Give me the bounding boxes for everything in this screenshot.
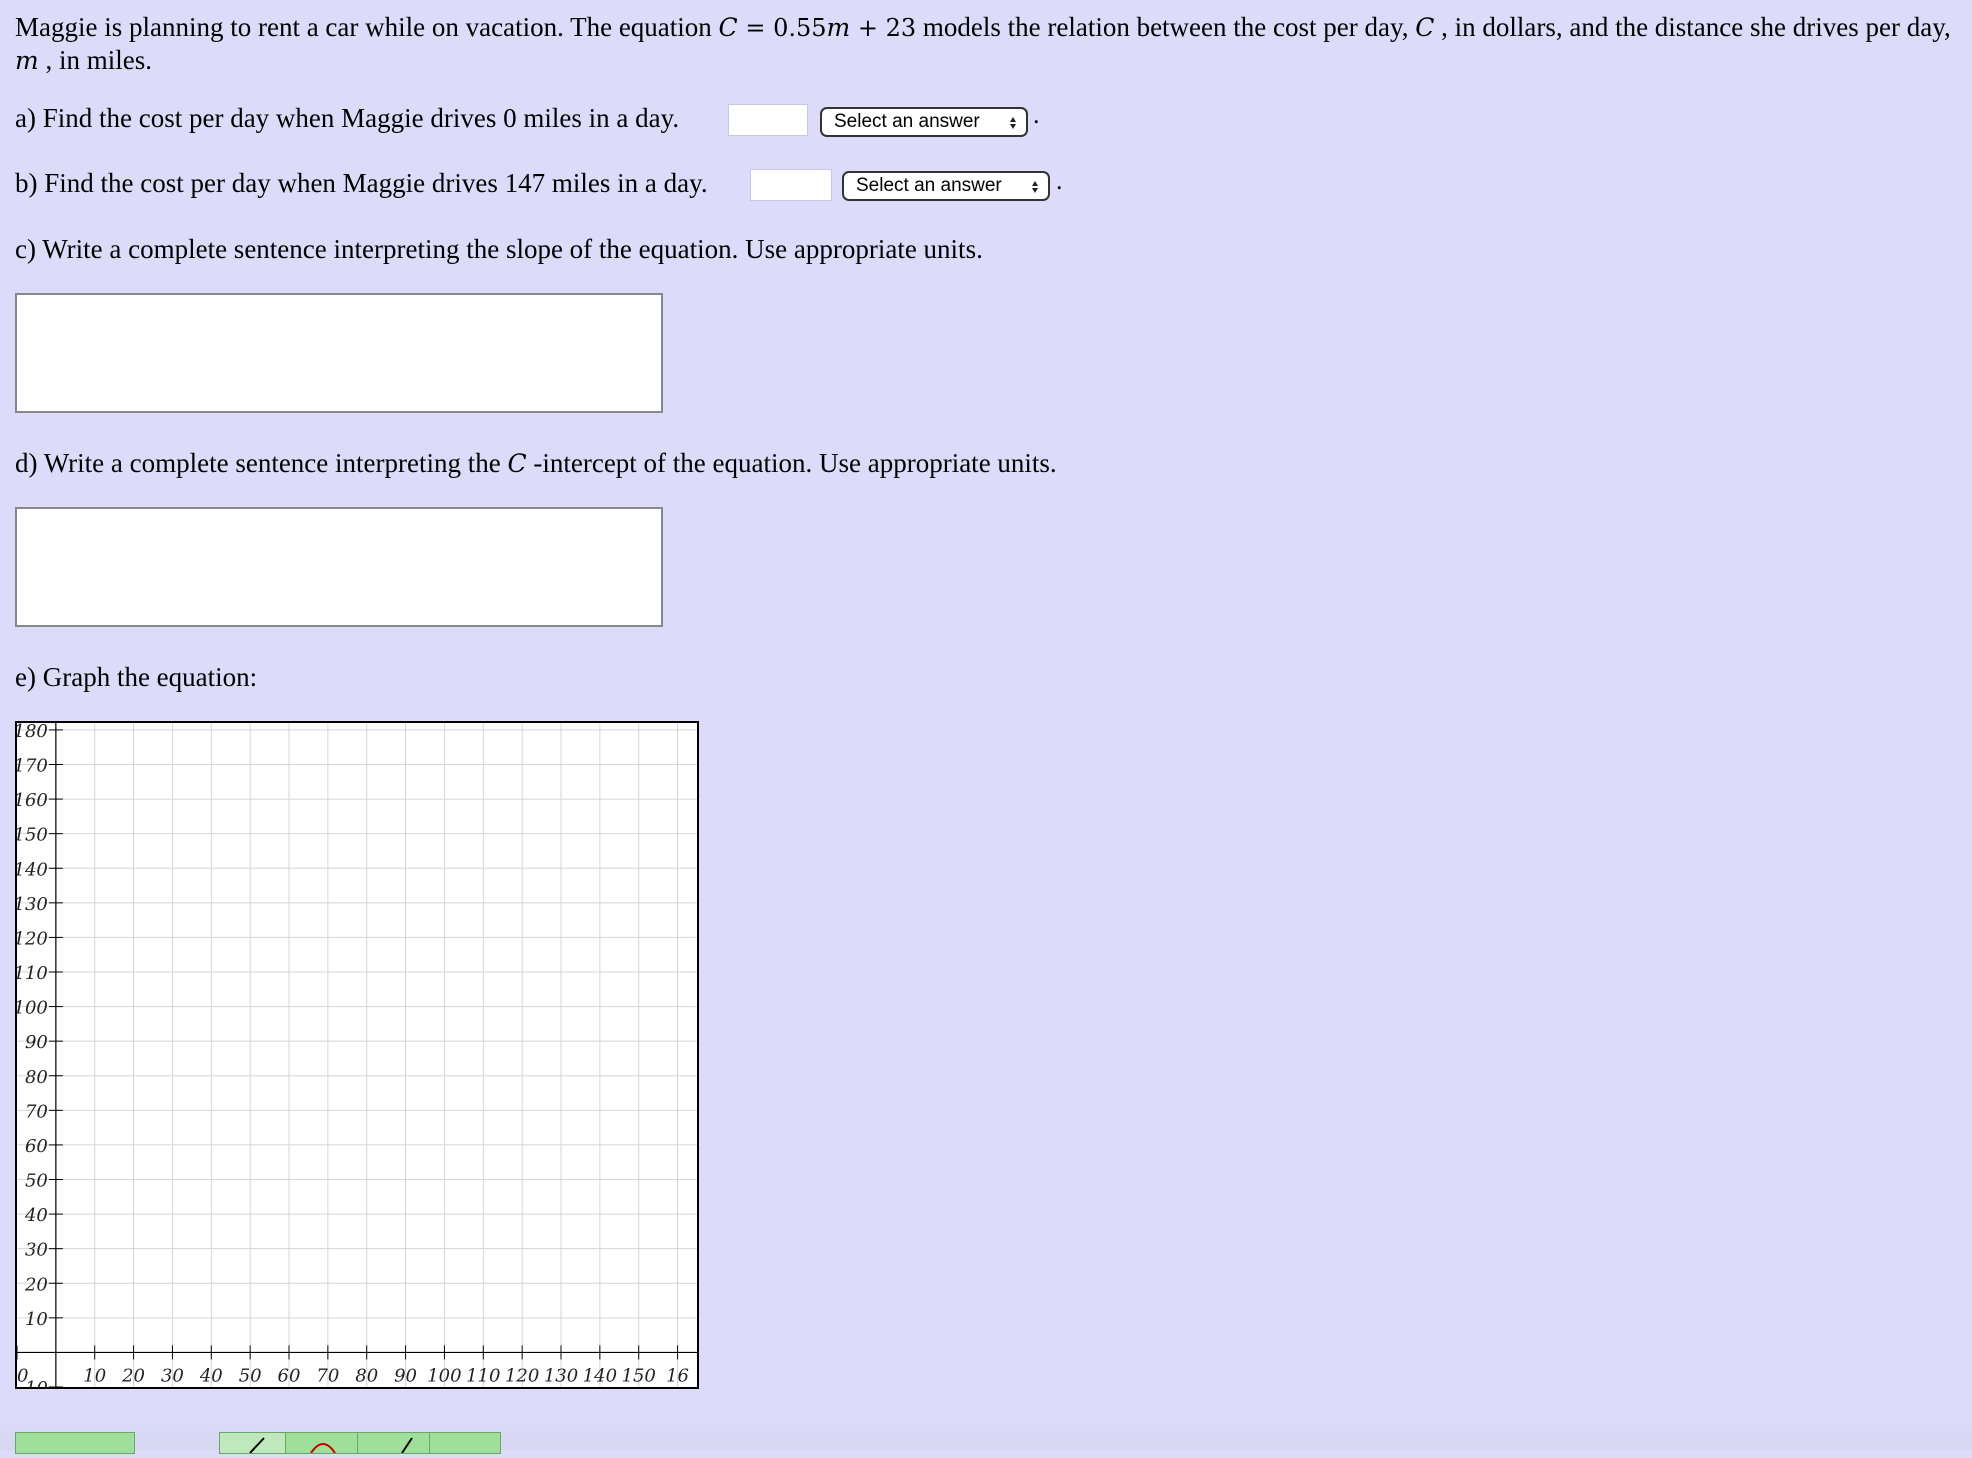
- variable-c: C: [507, 449, 527, 478]
- question-d-post: -intercept of the equation. Use appropri…: [526, 448, 1057, 478]
- x-tick-label: 100: [427, 1365, 461, 1386]
- answer-b-input[interactable]: [750, 169, 832, 201]
- x-tick-label: 70: [316, 1365, 339, 1386]
- problem-statement: Maggie is planning to rent a car while o…: [15, 11, 1955, 77]
- y-tick-label: 50: [25, 1171, 48, 1192]
- graph-clear-button[interactable]: [15, 1432, 135, 1454]
- intro-text: , in miles.: [38, 45, 152, 75]
- question-d-pre: d) Write a complete sentence interpretin…: [15, 448, 508, 478]
- x-tick-label: 40: [199, 1365, 223, 1386]
- y-tick-label: 90: [25, 1032, 48, 1053]
- updown-chevron-icon: [1032, 181, 1038, 193]
- y-tick-label: -10: [19, 1378, 48, 1387]
- y-tick-label: 140: [17, 859, 48, 880]
- eq-constant: + 23: [850, 14, 917, 42]
- question-c-text: c) Write a complete sentence interpretin…: [15, 234, 983, 264]
- x-tick-label: 130: [544, 1365, 578, 1386]
- eq-variable-c: C: [718, 13, 738, 42]
- answer-a-period: .: [1033, 100, 1040, 129]
- x-tick-label: 80: [355, 1365, 378, 1386]
- eq-variable-m: m: [826, 13, 851, 42]
- x-tick-label: 60: [278, 1365, 301, 1386]
- question-d-text: d) Write a complete sentence interpretin…: [15, 447, 1057, 480]
- eq-coefficient: 0.55: [773, 14, 827, 42]
- y-tick-label: 10: [25, 1309, 48, 1330]
- parabola-tool-icon: [310, 1443, 336, 1454]
- x-tick-label: 140: [583, 1365, 617, 1386]
- point-tool-button[interactable]: [429, 1432, 501, 1454]
- y-tick-label: 70: [25, 1101, 48, 1122]
- ray-tool-icon: [401, 1437, 413, 1454]
- y-tick-label: 110: [17, 963, 48, 984]
- x-tick-label: 110: [466, 1365, 500, 1386]
- y-tick-label: 180: [17, 723, 48, 742]
- intro-text: , in dollars, and the distance she drive…: [1434, 12, 1951, 42]
- answer-a-unit-select[interactable]: Select an answer: [820, 107, 1028, 137]
- question-e-text: e) Graph the equation:: [15, 662, 258, 692]
- graph-canvas[interactable]: 1010203040506070809010011012013014015016…: [15, 721, 699, 1389]
- line-tool-icon: [249, 1437, 265, 1454]
- y-tick-label: 120: [17, 928, 48, 949]
- variable-m: m: [15, 46, 39, 75]
- answer-d-textarea[interactable]: [15, 507, 663, 627]
- y-tick-label: 20: [24, 1274, 48, 1295]
- x-tick-label: 16: [666, 1365, 689, 1386]
- y-tick-label: 100: [17, 998, 48, 1019]
- question-a-text: a) Find the cost per day when Maggie dri…: [15, 103, 680, 133]
- graph-svg[interactable]: 1010203040506070809010011012013014015016…: [17, 723, 697, 1387]
- select-label: Select an answer: [856, 175, 1002, 196]
- answer-a-input[interactable]: [728, 104, 808, 136]
- updown-chevron-icon: [1010, 117, 1016, 129]
- y-tick-label: 150: [17, 825, 48, 846]
- answer-b-period: .: [1056, 166, 1063, 195]
- x-tick-label: 30: [161, 1365, 184, 1386]
- x-tick-label: 120: [505, 1365, 539, 1386]
- ray-tool-button[interactable]: [357, 1432, 431, 1454]
- y-tick-label: 130: [17, 894, 48, 915]
- line-tool-button[interactable]: [219, 1432, 287, 1454]
- y-tick-label: 40: [24, 1205, 48, 1226]
- y-tick-label: 30: [25, 1240, 48, 1261]
- answer-c-textarea[interactable]: [15, 293, 663, 413]
- parabola-tool-button[interactable]: [285, 1432, 359, 1454]
- select-label: Select an answer: [834, 111, 980, 132]
- eq-equals: =: [737, 14, 774, 42]
- x-tick-label: 50: [239, 1365, 262, 1386]
- question-b-text: b) Find the cost per day when Maggie dri…: [15, 168, 708, 198]
- y-tick-label: 60: [25, 1136, 48, 1157]
- answer-b-unit-select[interactable]: Select an answer: [842, 171, 1050, 201]
- x-tick-label: 150: [622, 1365, 656, 1386]
- intro-text: Maggie is planning to rent a car while o…: [15, 12, 719, 42]
- intro-text: models the relation between the cost per…: [916, 12, 1416, 42]
- y-tick-label: 80: [25, 1067, 48, 1088]
- variable-c: C: [1415, 13, 1435, 42]
- x-tick-label: 20: [121, 1365, 145, 1386]
- x-tick-label: 90: [394, 1365, 417, 1386]
- x-tick-label: 10: [83, 1365, 106, 1386]
- y-tick-label: 170: [17, 756, 48, 777]
- y-tick-label: 160: [17, 790, 48, 811]
